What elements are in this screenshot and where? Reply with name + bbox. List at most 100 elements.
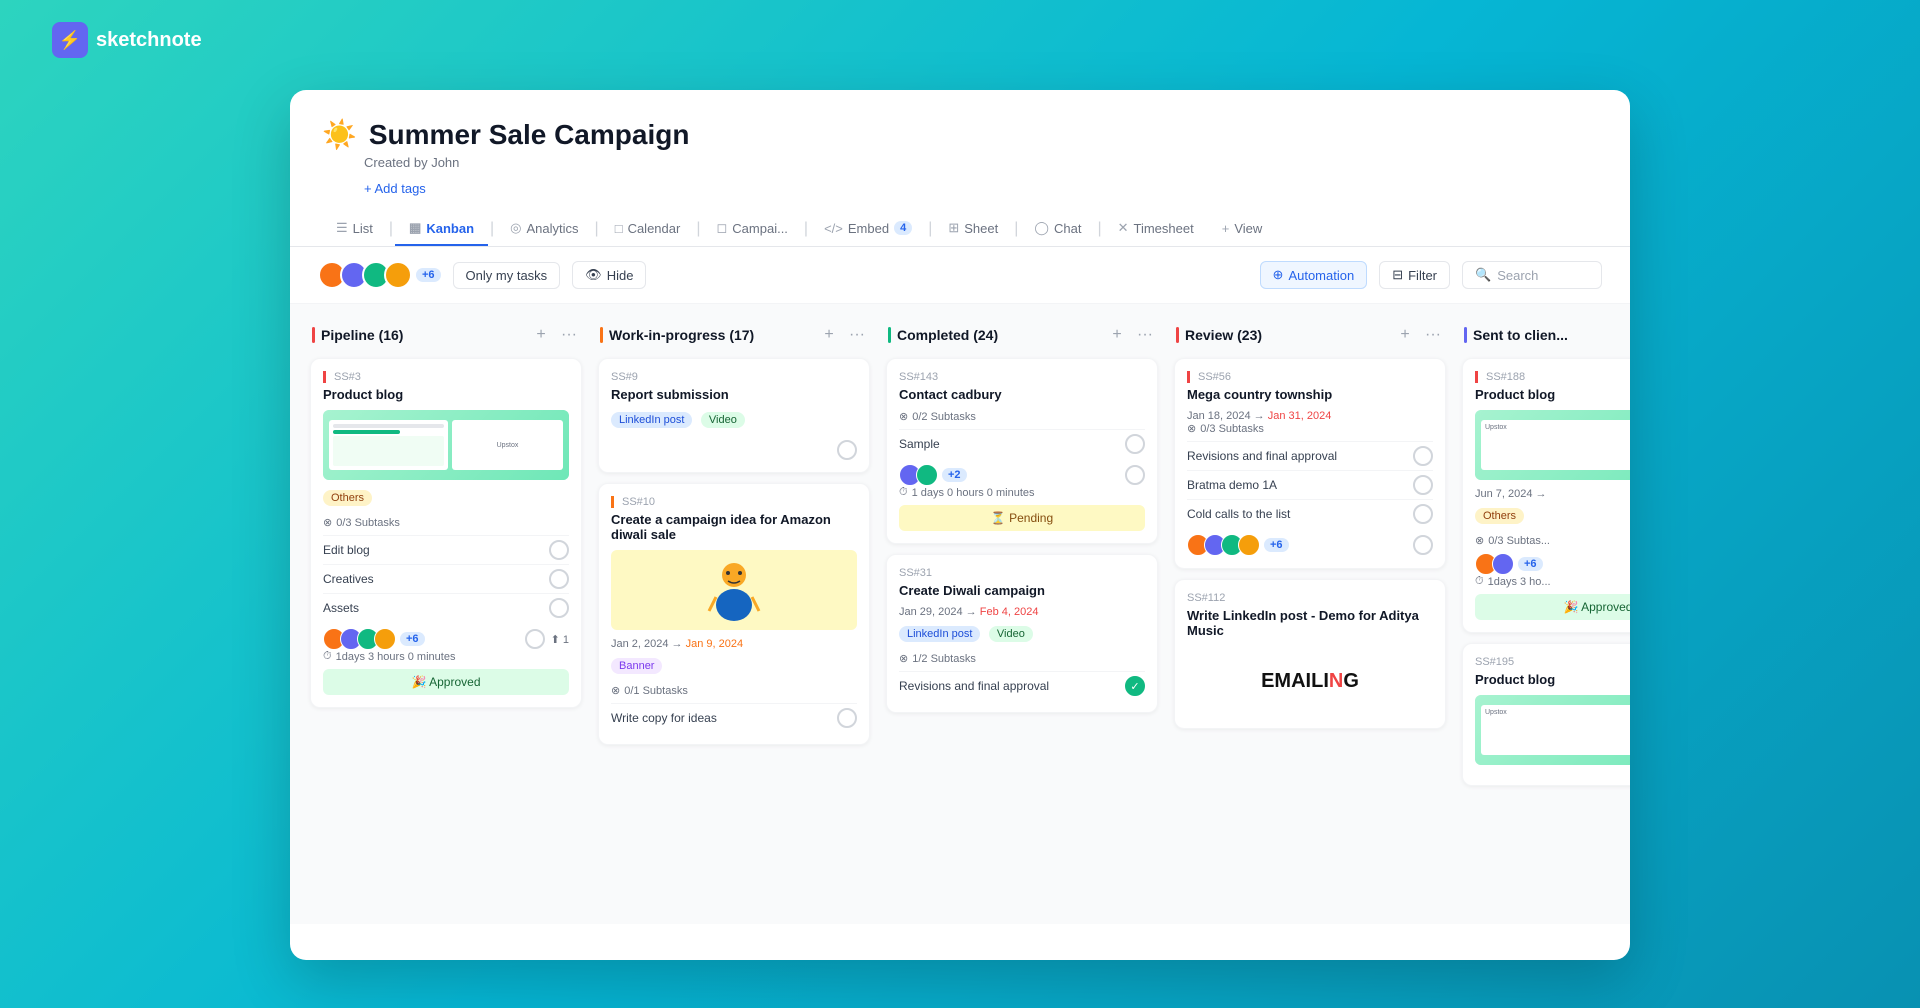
task-ss56-coldcalls-checkbox[interactable] (1413, 504, 1433, 524)
tab-calendar[interactable]: □ Calendar (601, 213, 695, 246)
tab-timesheet[interactable]: ✕ Timesheet (1104, 212, 1208, 246)
card-ss188[interactable]: SS#188 Product blog Upstox Jun 7, 2024 →… (1462, 358, 1630, 633)
task-copyideas-checkbox[interactable] (837, 708, 857, 728)
card-ss31[interactable]: SS#31 Create Diwali campaign Jan 29, 202… (886, 554, 1158, 713)
kanban-board: Pipeline (16) + ··· SS#3 Product blog (290, 304, 1630, 924)
pipeline-add-button[interactable]: + (530, 324, 552, 346)
card-ss9[interactable]: SS#9 Report submission LinkedIn post Vid… (598, 358, 870, 473)
card-ss143-footer: +2 (899, 464, 1145, 486)
my-tasks-label: Only my tasks (466, 268, 548, 283)
tab-view[interactable]: + View (1208, 213, 1277, 246)
review-more-button[interactable]: ··· (1422, 324, 1444, 346)
upload-icon: ⬆ 1 (551, 633, 569, 646)
card-ss143-circle-btn[interactable] (1125, 465, 1145, 485)
card-ss3-task-editblog: Edit blog (323, 535, 569, 564)
card-ss188-avatars: +6 (1475, 553, 1543, 575)
card-ss195-name: Product blog (1475, 672, 1630, 687)
embed-badge: 4 (894, 221, 912, 235)
add-tags-button[interactable]: + Add tags (364, 181, 426, 196)
card-ss9-circle-btn[interactable] (837, 440, 857, 460)
column-pipeline-actions: + ··· (530, 324, 580, 346)
card-ss9-tag-video: Video (701, 412, 745, 428)
card-ss56-id: SS#56 (1187, 371, 1433, 383)
column-completed-title: Completed (24) (897, 327, 1100, 343)
card-ss9-id: SS#9 (611, 371, 857, 383)
card-ss188-image: Upstox (1475, 410, 1630, 480)
automation-label: Automation (1288, 268, 1354, 283)
card-ss3-id: SS#3 (323, 371, 569, 383)
created-by: Created by John (364, 155, 1598, 170)
wip-more-button[interactable]: ··· (846, 324, 868, 346)
card-ss56-dates: Jan 18, 2024 → Jan 31, 2024 (1187, 410, 1433, 422)
view-icon: + (1222, 221, 1230, 236)
column-pipeline-title: Pipeline (16) (321, 327, 524, 343)
card-ss188-avatar-count: +6 (1518, 557, 1543, 571)
tab-campaign[interactable]: ◻ Campai... (702, 212, 801, 246)
card-ss3-image: Upstox (323, 410, 569, 480)
card-ss31-id: SS#31 (899, 567, 1145, 579)
tab-chat[interactable]: ◯ Chat (1020, 212, 1095, 246)
card-ss195[interactable]: SS#195 Product blog Upstox (1462, 643, 1630, 786)
card-ss10-dates: Jan 2, 2024 → Jan 9, 2024 (611, 638, 857, 650)
list-icon: ☰ (336, 220, 348, 236)
card-ss56[interactable]: SS#56 Mega country township Jan 18, 2024… (1174, 358, 1446, 569)
tab-embed[interactable]: </> Embed 4 (810, 213, 926, 246)
card-ss31-tag-video: Video (989, 626, 1033, 642)
card-ss195-id: SS#195 (1475, 656, 1630, 668)
task-creatives-checkbox[interactable] (549, 569, 569, 589)
card-ss3-action-btn[interactable] (525, 629, 545, 649)
my-tasks-button[interactable]: Only my tasks (453, 262, 561, 289)
project-emoji: ☀️ (322, 118, 357, 151)
card-header: ☀️ Summer Sale Campaign Created by John … (290, 90, 1630, 247)
sheet-icon: ⊞ (948, 220, 959, 236)
filter-button[interactable]: ⊟ Filter (1379, 261, 1450, 289)
card-ss10-image (611, 550, 857, 630)
column-wip-actions: + ··· (818, 324, 868, 346)
card-ss56-avatar-count: +6 (1264, 538, 1289, 552)
hide-button[interactable]: 👁 Hide (572, 261, 646, 289)
card-ss3-task-assets: Assets (323, 593, 569, 622)
tab-sheet[interactable]: ⊞ Sheet (934, 212, 1012, 246)
column-completed-header: Completed (24) + ··· (886, 324, 1158, 346)
nav-tabs: ☰ List | ▦ Kanban | ◎ Analytics | □ Cale… (322, 212, 1598, 246)
completed-add-button[interactable]: + (1106, 324, 1128, 346)
task-editblog-checkbox[interactable] (549, 540, 569, 560)
card-ss10[interactable]: SS#10 Create a campaign idea for Amazon … (598, 483, 870, 745)
wip-add-button[interactable]: + (818, 324, 840, 346)
task-ss56-bratma-checkbox[interactable] (1413, 475, 1433, 495)
hide-eye-icon: 👁 (585, 267, 602, 283)
card-ss56-avatars: +6 (1187, 534, 1289, 556)
review-add-button[interactable]: + (1394, 324, 1416, 346)
column-review-header: Review (23) + ··· (1174, 324, 1446, 346)
card-ss143-name: Contact cadbury (899, 387, 1145, 402)
task-ss56-revisions-checkbox[interactable] (1413, 446, 1433, 466)
task-revisions-checkbox[interactable]: ✓ (1125, 676, 1145, 696)
tab-kanban[interactable]: ▦ Kanban (395, 212, 488, 246)
column-completed-actions: + ··· (1106, 324, 1156, 346)
mini-avatar-h (1492, 553, 1514, 575)
card-ss143[interactable]: SS#143 Contact cadbury ⊗ 0/2 Subtasks Sa… (886, 358, 1158, 544)
column-completed: Completed (24) + ··· SS#143 Contact cadb… (886, 324, 1158, 723)
card-ss56-subtasks: ⊗ 0/3 Subtasks (1187, 422, 1433, 435)
pipeline-more-button[interactable]: ··· (558, 324, 580, 346)
task-sample-checkbox[interactable] (1125, 434, 1145, 454)
automation-button[interactable]: ⊕ Automation (1260, 261, 1368, 289)
card-ss112[interactable]: SS#112 Write LinkedIn post - Demo for Ad… (1174, 579, 1446, 729)
card-ss9-name: Report submission (611, 387, 857, 402)
column-pipeline: Pipeline (16) + ··· SS#3 Product blog (310, 324, 582, 718)
tab-list[interactable]: ☰ List (322, 212, 387, 246)
card-ss143-status: ⏳ Pending (899, 505, 1145, 531)
column-sent: Sent to clien... + ··· SS#188 Product bl… (1462, 324, 1630, 796)
tab-analytics[interactable]: ◎ Analytics (496, 212, 592, 246)
card-ss143-id: SS#143 (899, 371, 1145, 383)
card-ss9-tag-linkedin: LinkedIn post (611, 412, 692, 428)
user-avatars[interactable]: +6 (318, 261, 441, 289)
mini-avatar-b (916, 464, 938, 486)
search-box[interactable]: 🔍 Search (1462, 261, 1602, 289)
completed-more-button[interactable]: ··· (1134, 324, 1156, 346)
card-ss10-tag-banner: Banner (611, 658, 662, 674)
card-ss56-circle-btn[interactable] (1413, 535, 1433, 555)
card-ss3[interactable]: SS#3 Product blog Upstox (310, 358, 582, 708)
card-ss3-time: ⏱ 1days 3 hours 0 minutes (323, 650, 569, 663)
task-assets-checkbox[interactable] (549, 598, 569, 618)
